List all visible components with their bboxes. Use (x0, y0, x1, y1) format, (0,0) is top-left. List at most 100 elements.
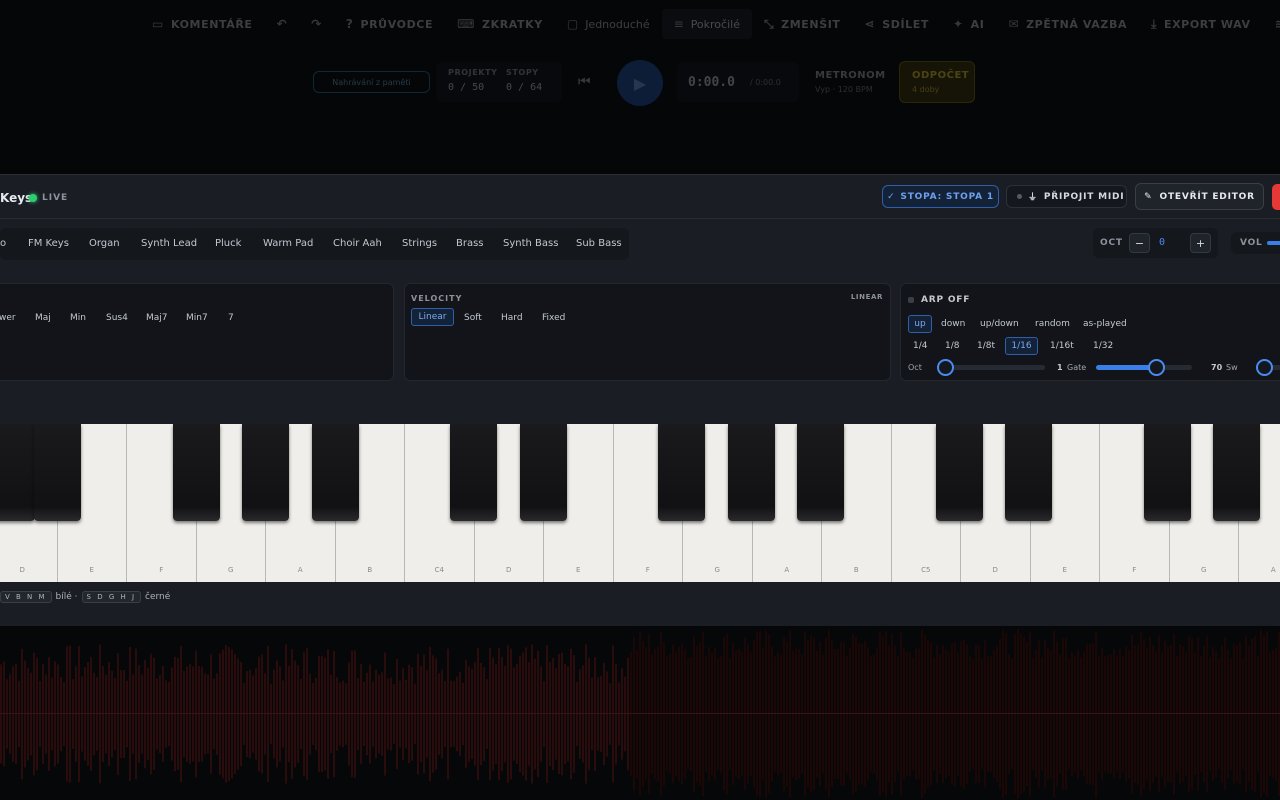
metronome-label[interactable]: METRONOM (815, 70, 886, 81)
midi-status-dot (1017, 194, 1022, 199)
arp-rate-1-8[interactable]: 1/8 (945, 341, 959, 351)
toolbar-item-stems-zip[interactable]: ≋STEMS ZIP (1263, 9, 1280, 39)
toolbar-item-label: AI (970, 17, 985, 31)
piano-black-key[interactable] (1005, 424, 1052, 521)
piano-black-key[interactable] (1144, 424, 1191, 521)
instrument-brass[interactable]: Brass (456, 238, 484, 249)
velocity-soft[interactable]: Soft (464, 313, 482, 323)
chord-min7[interactable]: Min7 (186, 313, 208, 323)
piano-key-label: E (89, 566, 94, 574)
toolbar-item-průvodce[interactable]: ? PRŮVODCE (334, 9, 445, 39)
piano-black-key[interactable] (0, 424, 35, 521)
open-editor-button[interactable]: ✎ OTEVŘÍT EDITOR (1135, 183, 1264, 210)
arp-rate-1-4[interactable]: 1/4 (913, 341, 927, 351)
velocity-hard[interactable]: Hard (501, 313, 523, 323)
velocity-linear[interactable]: Linear (411, 308, 454, 326)
arp-direction-as-played[interactable]: as-played (1083, 319, 1127, 329)
instrument-synth-bass[interactable]: Synth Bass (503, 238, 558, 249)
chord-7[interactable]: 7 (228, 313, 234, 323)
arp-swing-slider[interactable] (1256, 359, 1280, 376)
instrument-strings[interactable]: Strings (402, 238, 437, 249)
piano-black-key[interactable] (658, 424, 705, 521)
connect-midi-button[interactable]: ⏚ PŘIPOJIT MIDI (1006, 185, 1127, 208)
record-button[interactable] (1272, 184, 1280, 210)
arp-rate-1-16t[interactable]: 1/16t (1050, 341, 1074, 351)
arp-direction-down[interactable]: down (941, 319, 965, 329)
arp-rate-1-8t[interactable]: 1/8t (977, 341, 995, 351)
arp-swing-thumb[interactable] (1256, 359, 1273, 376)
instrument-synth-lead[interactable]: Synth Lead (141, 238, 197, 249)
instrument-o[interactable]: o (0, 238, 6, 249)
piano-key-label: F (645, 566, 650, 574)
piano-black-key[interactable] (520, 424, 567, 521)
panel-header: Keys LIVE ✓ STOPA: STOPA 1 ⏚ PŘIPOJIT MI… (0, 175, 1280, 219)
piano-black-key[interactable] (242, 424, 289, 521)
skip-back-icon[interactable]: ⏮ (578, 74, 591, 90)
piano-key-label: C4 (434, 566, 444, 574)
volume-slider[interactable] (1267, 241, 1280, 245)
piano-black-key[interactable] (173, 424, 220, 521)
counters-box: PROJEKTY 0 / 50 STOPY 0 / 64 (436, 62, 562, 102)
shrink-icon: ⤡ (763, 16, 775, 31)
chord-min[interactable]: Min (70, 313, 86, 323)
toolbar-item-zkratky[interactable]: ⌨ ZKRATKY (445, 9, 555, 39)
instrument-organ[interactable]: Organ (89, 238, 120, 249)
arp-rate-1-32[interactable]: 1/32 (1093, 341, 1113, 351)
piano-black-key[interactable] (1213, 424, 1260, 521)
piano-black-key[interactable] (312, 424, 359, 521)
arp-direction-random[interactable]: random (1035, 319, 1070, 329)
arp-swing-label: Sw (1226, 363, 1238, 372)
octave-label: OCT (1100, 238, 1123, 248)
toolbar-item-pokročilé[interactable]: ≡ Pokročilé (661, 9, 752, 39)
chord-maj[interactable]: Maj (35, 313, 51, 323)
arp-oct-label: Oct (908, 363, 922, 372)
piano-black-key[interactable] (797, 424, 844, 521)
play-icon: ▶ (633, 73, 647, 93)
toolbar-item-komentáře[interactable]: ▭ KOMENTÁŘE (140, 9, 265, 39)
arp-oct-slider[interactable] (937, 359, 1045, 376)
keyboard-hint: V B N M bílé · S D G H J černé (0, 589, 170, 605)
tracks-value: 0 / 64 (506, 82, 543, 93)
countin-button[interactable]: ODPOČET 4 doby (899, 61, 975, 103)
toolbar-item-zpětná-vazba[interactable]: ✉ ZPĚTNÁ VAZBA (996, 9, 1139, 39)
arp-rate-1-16[interactable]: 1/16 (1005, 337, 1038, 355)
arp-direction-up-down[interactable]: up/down (980, 319, 1019, 329)
toolbar-item-sdílet[interactable]: ⋖ SDÍLET (853, 9, 941, 39)
piano-black-key[interactable] (450, 424, 497, 521)
simple-icon: ▢ (566, 17, 579, 31)
toolbar-item-undo-icon[interactable]: ↶ (265, 9, 300, 39)
arp-oct-thumb[interactable] (937, 359, 954, 376)
instrument-choir-aah[interactable]: Choir Aah (333, 238, 382, 249)
waveform-track[interactable] (0, 628, 1280, 800)
toolbar-item-ai[interactable]: ✦ AI (941, 9, 996, 39)
instrument-fm-keys[interactable]: FM Keys (28, 238, 69, 249)
toolbar-item-label: ZKRATKY (482, 17, 543, 31)
memory-record-pill[interactable]: Nahrávání z paměti (313, 71, 430, 93)
piano-black-key[interactable] (936, 424, 983, 521)
toolbar-item-zmenšit[interactable]: ⤡ ZMENŠIT (752, 9, 853, 39)
instrument-warm-pad[interactable]: Warm Pad (263, 238, 313, 249)
velocity-fixed[interactable]: Fixed (542, 313, 565, 323)
toolbar-item-label: Jednoduché (585, 17, 650, 31)
arp-direction-up[interactable]: up (908, 315, 932, 333)
octave-down-button[interactable]: − (1129, 233, 1150, 253)
arp-gate-slider[interactable] (1096, 359, 1192, 376)
piano-key-label: E (576, 566, 581, 574)
live-indicator-icon (29, 194, 37, 202)
toolbar-item-export-wav[interactable]: ⤓ EXPORT WAV (1139, 9, 1263, 39)
instrument-pluck[interactable]: Pluck (215, 238, 241, 249)
open-editor-label: OTEVŘÍT EDITOR (1159, 191, 1255, 202)
piano-black-key[interactable] (728, 424, 775, 521)
chord-sus4[interactable]: Sus4 (106, 313, 128, 323)
arp-gate-thumb[interactable] (1147, 359, 1165, 376)
toolbar-item-redo-icon[interactable]: ↷ (299, 9, 334, 39)
arp-toggle[interactable] (908, 297, 914, 303)
octave-up-button[interactable]: + (1190, 233, 1211, 253)
chord-wer[interactable]: wer (0, 313, 16, 323)
toolbar-item-jednoduché[interactable]: ▢ Jednoduché (555, 9, 662, 39)
track-select-button[interactable]: ✓ STOPA: STOPA 1 (882, 185, 999, 208)
piano-black-key[interactable] (34, 424, 81, 521)
play-button[interactable]: ▶ (617, 60, 663, 106)
chord-maj7[interactable]: Maj7 (146, 313, 168, 323)
instrument-sub-bass[interactable]: Sub Bass (576, 238, 622, 249)
